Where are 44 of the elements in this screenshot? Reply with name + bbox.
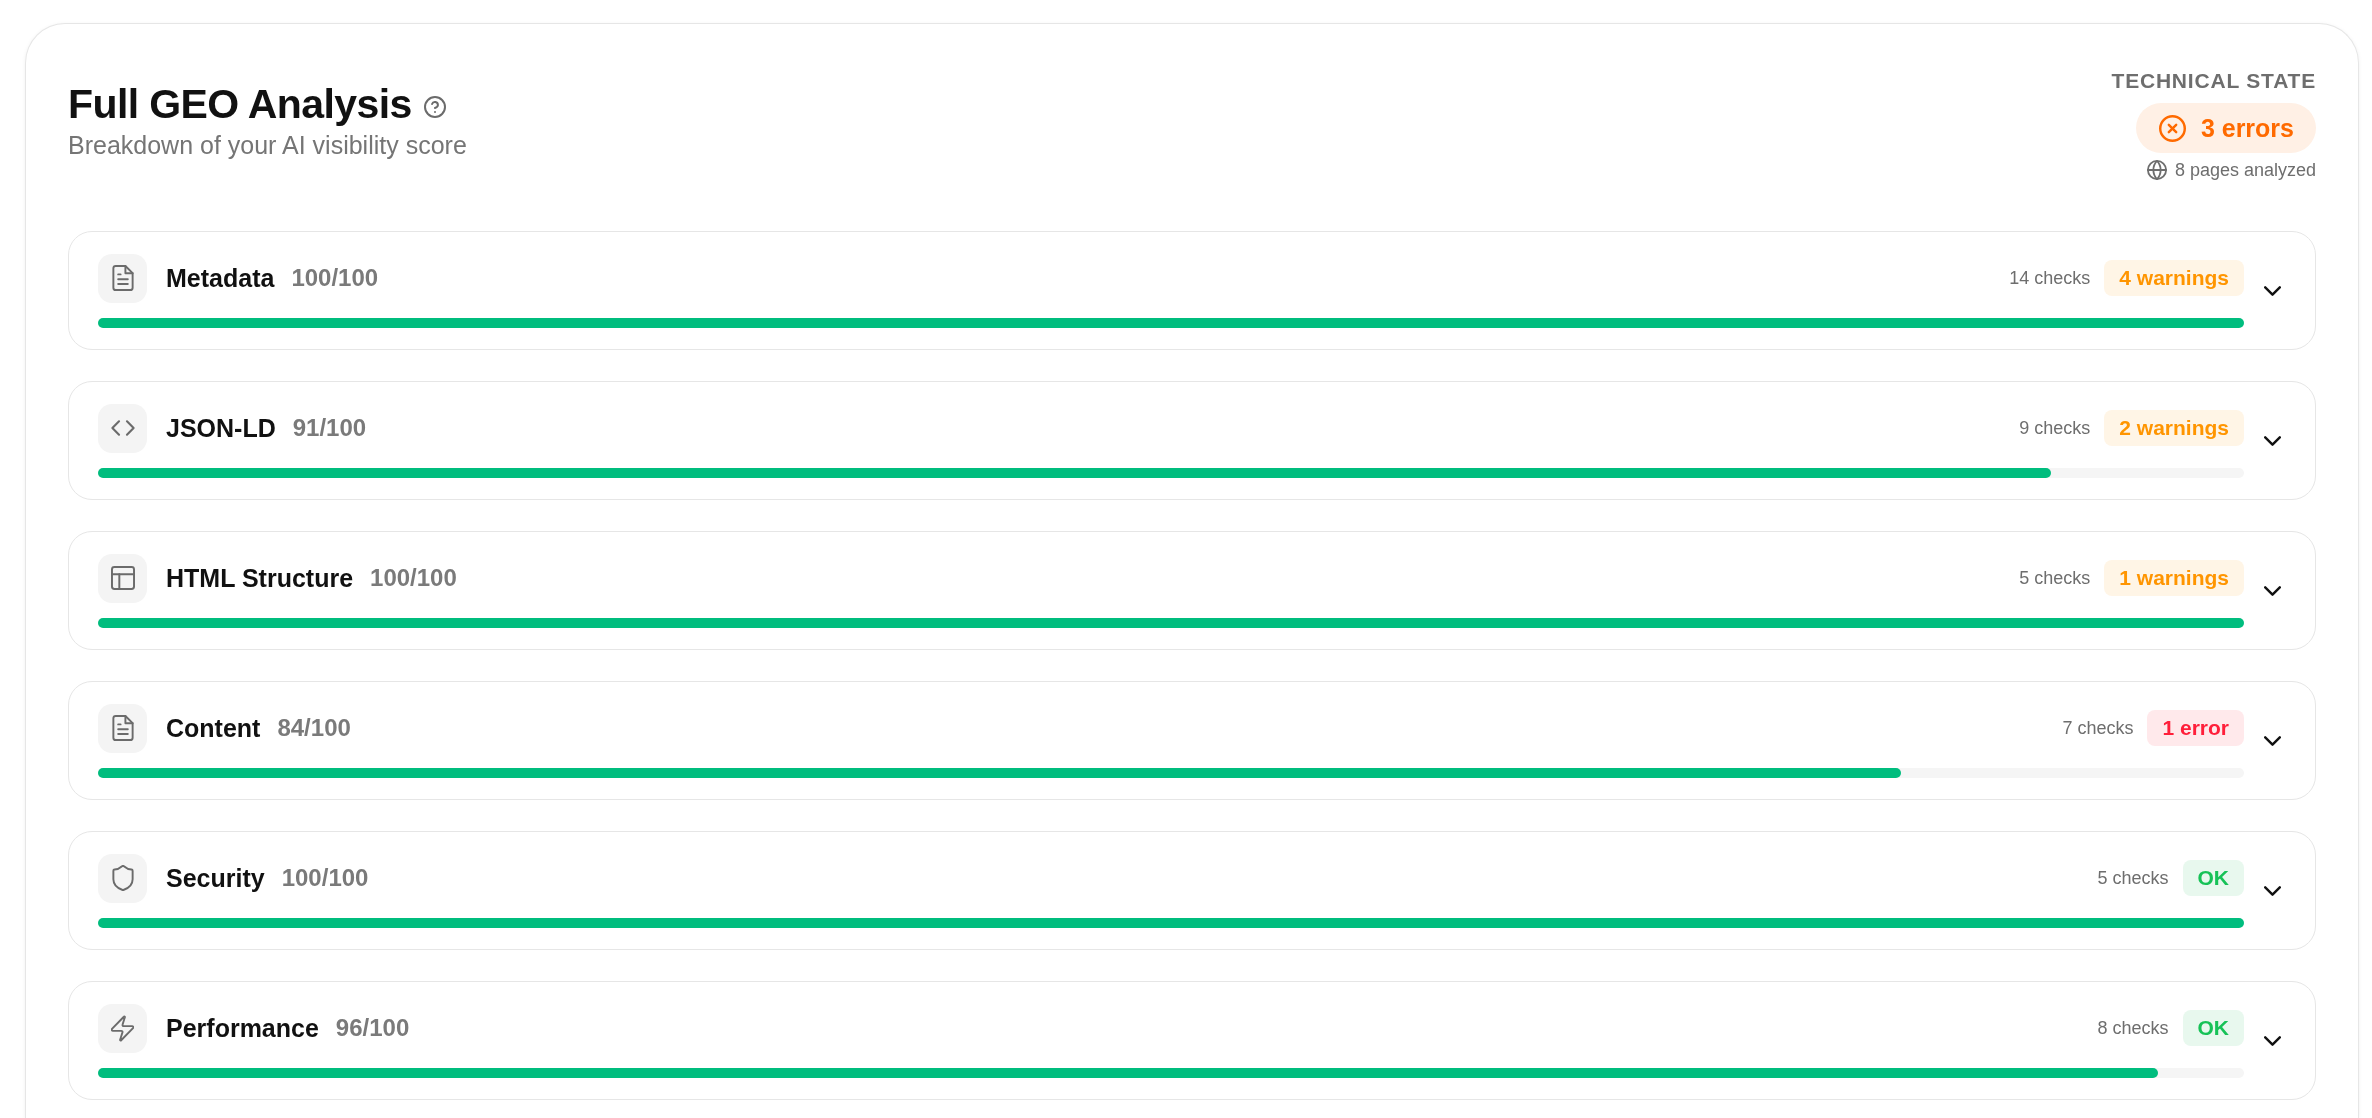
category-name: Metadata (166, 263, 275, 293)
check-count: 5 checks (2097, 867, 2169, 890)
status-badge: 2 warnings (2104, 410, 2244, 446)
category-score: 96/100 (335, 1014, 410, 1042)
panel-title: Full GEO Analysis (68, 80, 412, 128)
category-score: 84/100 (277, 714, 351, 742)
x-circle-icon (2158, 114, 2186, 142)
status-badge: 1 warnings (2104, 560, 2244, 596)
status-badge: 1 error (2147, 710, 2244, 746)
chevron-down-icon (2264, 735, 2281, 746)
category-score: 100/100 (370, 564, 457, 592)
chevron-down-icon (2264, 585, 2281, 596)
category-name: Content (166, 713, 261, 743)
status-badge: OK (2182, 1010, 2244, 1046)
help-icon[interactable] (423, 96, 446, 118)
check-count: 8 checks (2097, 1017, 2169, 1040)
check-count: 9 checks (2019, 417, 2091, 440)
panel-subtitle: Breakdown of your AI visibility score (68, 130, 467, 160)
shield-icon (98, 853, 147, 903)
chevron-down-icon (2264, 435, 2281, 446)
status-badge: OK (2182, 860, 2244, 896)
category-score: 91/100 (292, 414, 367, 442)
category-name: JSON-LD (166, 413, 276, 443)
chevron-down-icon (2264, 1035, 2281, 1046)
chevron-down-icon (2264, 885, 2281, 896)
layout-icon (98, 553, 147, 603)
lightning-icon (98, 1003, 147, 1053)
code-icon (98, 403, 147, 453)
status-badge: 4 warnings (2104, 260, 2244, 296)
check-count: 7 checks (2062, 717, 2134, 740)
category-name: HTML Structure (166, 563, 354, 593)
category-name: Performance (166, 1013, 319, 1043)
globe-icon (2146, 160, 2167, 180)
check-count: 5 checks (2019, 567, 2091, 590)
error-count: 3 errors (2200, 113, 2294, 143)
check-count: 14 checks (2009, 267, 2091, 290)
document-icon (98, 253, 147, 303)
technical-state-label: TECHNICAL STATE (2111, 69, 2316, 93)
category-score: 100/100 (281, 864, 369, 892)
document-icon (98, 703, 147, 753)
category-score: 100/100 (291, 264, 379, 292)
category-name: Security (166, 863, 265, 893)
pages-analyzed-text: 8 pages analyzed (2174, 159, 2316, 181)
chevron-down-icon (2264, 285, 2281, 296)
